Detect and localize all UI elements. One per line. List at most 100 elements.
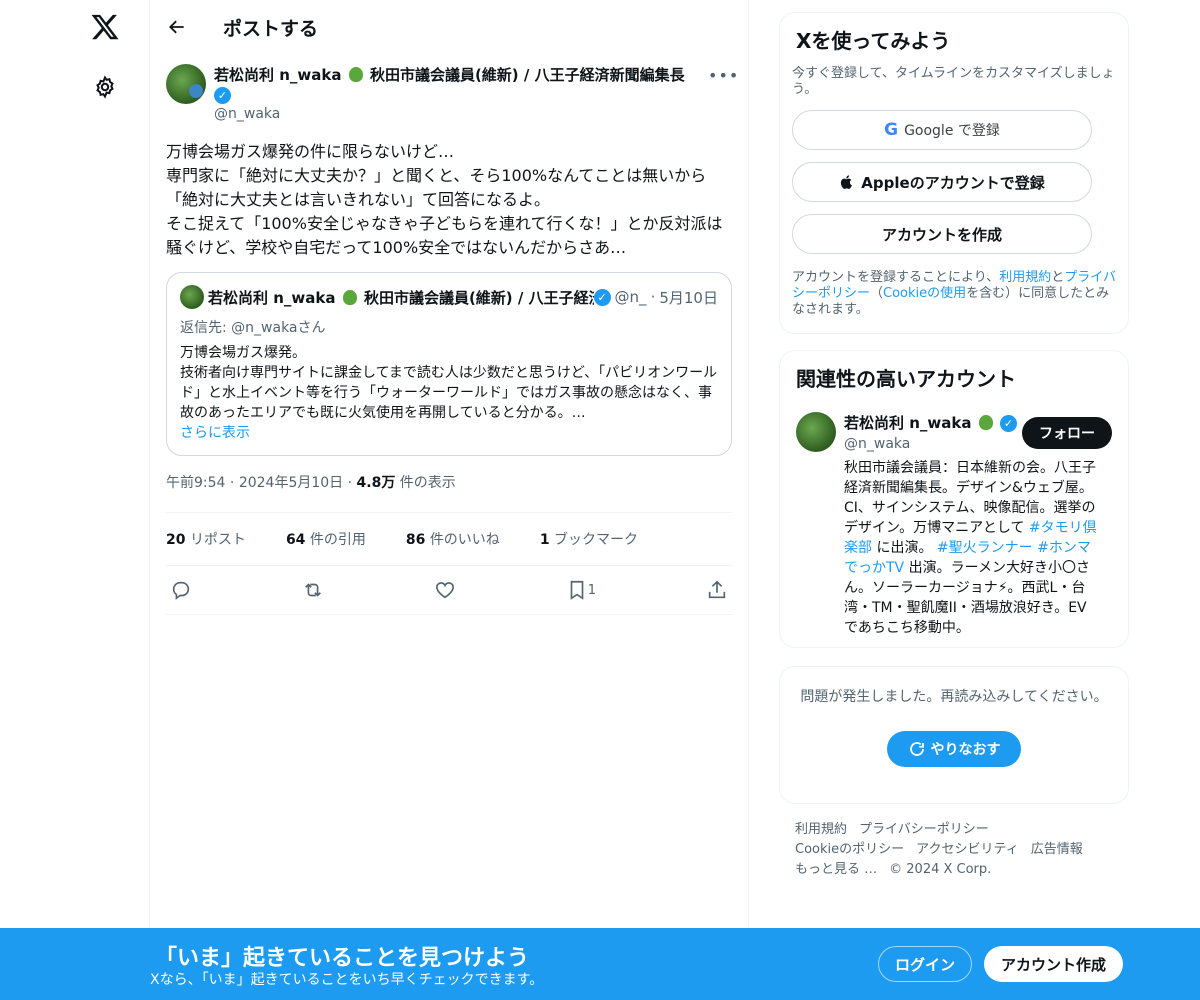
reposts-count: 20: [166, 532, 186, 548]
likes-stat[interactable]: 86 件のいいね: [406, 529, 520, 549]
signup-card: Xを使ってみよう 今すぐ登録して、タイムラインをカスタマイズしましょう。 G G…: [779, 12, 1129, 334]
apple-icon: [841, 175, 853, 189]
signup-subtitle: 今すぐ登録して、タイムラインをカスタマイズしましょう。: [792, 66, 1115, 97]
avatar[interactable]: [166, 64, 206, 104]
separator-dot: ·: [229, 475, 239, 491]
x-logo-icon[interactable]: [90, 12, 120, 42]
quote-author-suffix: 秋田市議会議員(維新) / 八王子経済新: [363, 288, 594, 307]
tweet-stats: 20 リポスト 64 件の引用 86 件のいいね 1 ブックマーク: [166, 513, 732, 565]
like-heart-icon[interactable]: [434, 579, 456, 601]
quote-avatar: [180, 285, 204, 309]
quoted-tweet[interactable]: 若松尚利 n_waka 秋田市議会議員(維新) / 八王子経済新 ✓ @n_ ·…: [166, 272, 732, 456]
author-handle[interactable]: @n_waka: [214, 106, 694, 122]
footer-cookie-link[interactable]: Cookieのポリシー: [795, 842, 904, 857]
google-icon: G: [884, 120, 899, 140]
google-signup-label: Google で登録: [904, 123, 1000, 139]
bio-text: に出演。: [872, 540, 937, 556]
tweet-meta: 午前9:54 · 2024年5月10日 · 4.8万 件の表示: [166, 472, 732, 512]
create-account-button[interactable]: アカウントを作成: [792, 214, 1092, 254]
repost-icon[interactable]: [302, 579, 324, 601]
relevant-accounts-card: 関連性の高いアカウント 若松尚利 n_waka ✓ @n_waka 秋田市議会議…: [779, 350, 1129, 648]
quote-text: 万博会場ガス爆発。 技術者向け専門サイトに課金してまで読む人は少数だと思うけど、…: [180, 345, 718, 421]
author-name[interactable]: 若松尚利 n_waka 秋田市議会議員(維新) / 八王子経済新聞編集長 /: [214, 64, 686, 85]
views-count: 4.8万: [356, 475, 396, 491]
verified-badge-icon: ✓: [593, 288, 611, 306]
reposts-label: リポスト: [189, 532, 246, 548]
separator-dot: ·: [347, 475, 357, 491]
relevant-title: 関連性の高いアカウント: [796, 367, 1016, 391]
reposts-stat[interactable]: 20 リポスト: [166, 529, 266, 549]
more-options-icon[interactable]: •••: [708, 66, 738, 86]
terms-text-pre: アカウントを登録することにより、: [792, 270, 1000, 285]
hashtag-link[interactable]: #聖火ランナー: [937, 540, 1033, 556]
quotes-label: 件の引用: [309, 532, 366, 548]
login-button[interactable]: ログイン: [878, 946, 972, 982]
terms-mid: （: [870, 286, 884, 301]
banner-subtitle: Xなら、「いま」起きていることをいち早くチェックできます。: [150, 972, 544, 988]
quote-handle: @n_: [614, 288, 647, 306]
footer-more-link[interactable]: もっと見る …: [795, 862, 877, 877]
likes-label: 件のいいね: [429, 532, 500, 548]
follow-button[interactable]: フォロー: [1022, 417, 1112, 449]
views-label: 件の表示: [399, 475, 456, 491]
show-more-link[interactable]: さらに表示: [180, 423, 718, 443]
green-apple-icon: [348, 67, 363, 82]
green-apple-icon: [342, 289, 357, 305]
quote-header: 若松尚利 n_waka 秋田市議会議員(維新) / 八王子経済新 ✓ @n_ ·…: [180, 285, 718, 309]
main-column: ポストする 若松尚利 n_waka 秋田市議会議員(維新) / 八王子経済新聞編…: [150, 0, 749, 1000]
account-name-text: 若松尚利 n_waka: [844, 414, 972, 432]
page-header: ポストする: [150, 0, 748, 54]
author-name-suffix: 秋田市議会議員(維新) / 八王子経済新聞編集長 /: [369, 66, 686, 84]
footer-privacy-link[interactable]: プライバシーポリシー: [859, 822, 989, 837]
retry-label: やりなおす: [930, 742, 1001, 758]
left-rail: [0, 0, 150, 1000]
likes-count: 86: [405, 532, 426, 548]
tweet-actions: 1: [166, 566, 732, 614]
quotes-count: 64: [285, 532, 306, 548]
signup-button[interactable]: アカウント作成: [984, 946, 1123, 982]
tweet-text: 万博会場ガス爆発の件に限らないけど… 専門家に「絶対に大丈夫か？」と聞くと、そら…: [166, 142, 723, 257]
retry-button[interactable]: やりなおす: [887, 731, 1021, 767]
apple-signup-button[interactable]: Appleのアカウントで登録: [792, 162, 1092, 202]
tweet-time[interactable]: 午前9:54: [166, 475, 225, 491]
account-item[interactable]: 若松尚利 n_waka ✓ @n_waka 秋田市議会議員：日本維新の会。八王子…: [796, 412, 1112, 638]
quote-author-name-text: 若松尚利 n_waka: [208, 288, 336, 307]
terms-link[interactable]: 利用規約: [999, 270, 1051, 285]
bookmarks-stat[interactable]: 1 ブックマーク: [540, 529, 658, 549]
account-bio: 秋田市議会議員：日本維新の会。八王子経済新聞編集長。デザイン&ウェブ屋。CI、サ…: [844, 458, 1100, 638]
bookmarks-count: 1: [539, 532, 550, 548]
apple-signup-label: Appleのアカウントで登録: [861, 173, 1045, 192]
footer-accessibility-link[interactable]: アクセシビリティ: [916, 842, 1019, 857]
cookie-link[interactable]: Cookieの使用: [883, 286, 966, 301]
quotes-stat[interactable]: 64 件の引用: [286, 529, 386, 549]
author-block: 若松尚利 n_waka 秋田市議会議員(維新) / 八王子経済新聞編集長 / ✓…: [214, 64, 694, 122]
quote-author-name: 若松尚利 n_waka 秋田市議会議員(維新) / 八王子経済新: [208, 287, 594, 308]
google-signup-button[interactable]: G Google で登録: [792, 110, 1092, 150]
tweet-author-row: 若松尚利 n_waka 秋田市議会議員(維新) / 八王子経済新聞編集長 / ✓…: [166, 64, 738, 122]
separator-dot: ·: [650, 288, 656, 306]
back-arrow-icon[interactable]: [167, 17, 187, 37]
share-icon[interactable]: [706, 579, 728, 601]
signup-title: Xを使ってみよう: [796, 29, 951, 53]
verified-badge-icon: ✓: [214, 87, 231, 104]
tweet: 若松尚利 n_waka 秋田市議会議員(維新) / 八王子経済新聞編集長 / ✓…: [166, 64, 738, 615]
footer-terms-link[interactable]: 利用規約: [795, 822, 847, 837]
reply-icon[interactable]: [170, 579, 192, 601]
refresh-icon: [909, 742, 924, 756]
bookmark-action[interactable]: 1: [566, 579, 596, 601]
bookmark-icon[interactable]: [566, 579, 588, 601]
footer-copyright: © 2024 X Corp.: [889, 862, 992, 877]
avatar[interactable]: [796, 412, 836, 452]
settings-gear-icon[interactable]: [93, 75, 117, 99]
author-name-text: 若松尚利 n_waka: [214, 66, 342, 84]
page-title: ポストする: [223, 17, 319, 40]
error-card: 問題が発生しました。再読み込みしてください。 やりなおす: [779, 666, 1129, 804]
quote-reply-to: 返信先: @n_wakaさん: [180, 320, 326, 336]
bookmark-count: 1: [587, 582, 597, 598]
footer-ads-link[interactable]: 広告情報: [1031, 842, 1083, 857]
green-apple-icon: [978, 415, 993, 430]
error-message: 問題が発生しました。再読み込みしてください。: [800, 689, 1108, 705]
bottom-login-banner: 「いま」起きていることを見つけよう Xなら、「いま」起きていることをいち早くチェ…: [0, 928, 1200, 1000]
quote-date: 5月10日: [659, 288, 718, 307]
tweet-date[interactable]: 2024年5月10日: [239, 475, 343, 491]
